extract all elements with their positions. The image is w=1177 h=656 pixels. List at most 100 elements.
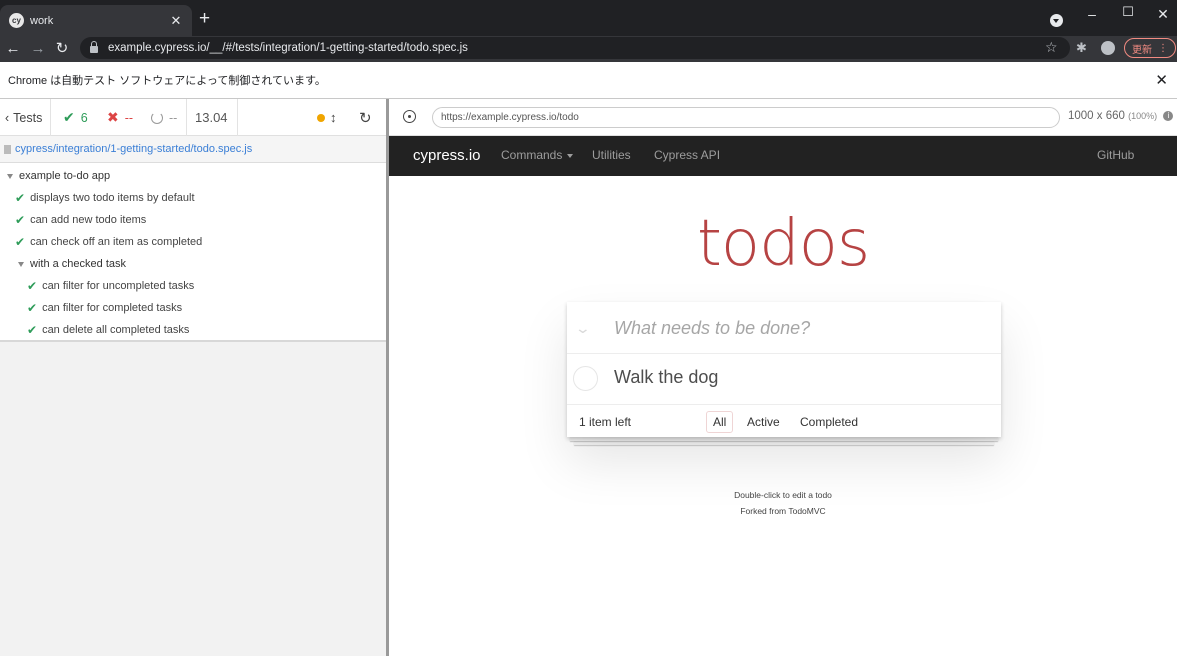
nav-github[interactable]: GitHub: [1097, 136, 1134, 176]
nav-commands[interactable]: Commands: [501, 136, 574, 176]
window-close-icon[interactable]: ✕: [1153, 6, 1173, 23]
test-title: can add new todo items: [30, 214, 147, 226]
tab-search-icon[interactable]: [1050, 14, 1063, 27]
test-title: can filter for uncompleted tasks: [42, 280, 195, 292]
check-icon: ✔: [27, 279, 38, 293]
pending-stat: --: [151, 99, 177, 136]
check-icon: ✔: [27, 301, 38, 315]
tests-label: Tests: [13, 110, 43, 125]
todo-count: 1 item left: [579, 415, 632, 429]
new-todo-row: ⌄ What needs to be done?: [567, 302, 1001, 354]
browser-tab-bar: cy work ✕ + – ☐ ✕: [0, 0, 1177, 36]
duration-value: 13.04: [195, 110, 228, 125]
aut-url-field[interactable]: https://example.cypress.io/todo: [432, 107, 1060, 128]
aut-header: https://example.cypress.io/todo 1000 x 6…: [389, 99, 1177, 136]
browser-toolbar: ← → ↻ example.cypress.io/__/#/tests/inte…: [0, 36, 1177, 62]
todo-app: ⌄ What needs to be done? Walk the dog 1 …: [567, 302, 1001, 437]
minimize-icon[interactable]: –: [1082, 6, 1102, 22]
address-bar[interactable]: example.cypress.io/__/#/tests/integratio…: [80, 37, 1070, 59]
maximize-icon[interactable]: ☐: [1118, 4, 1138, 20]
tab-close-icon[interactable]: ✕: [168, 13, 184, 29]
viewport-scale: (100%): [1128, 111, 1158, 121]
todo-item[interactable]: Walk the dog: [567, 354, 1001, 405]
stack-shadow: [574, 441, 994, 445]
automation-infobar: Chrome は自動テスト ソフトウェアによって制御されています。 ✕: [0, 62, 1177, 99]
nav-cypress-api[interactable]: Cypress API: [654, 136, 720, 176]
tests-back-button[interactable]: ‹ Tests: [5, 99, 42, 136]
test-row[interactable]: ✔ displays two todo items by default: [15, 187, 195, 209]
check-icon: ✔: [15, 235, 26, 249]
test-title: can delete all completed tasks: [42, 324, 190, 336]
todo-toggle-checkbox[interactable]: [573, 366, 598, 391]
test-title: can filter for completed tasks: [42, 302, 183, 314]
caret-down-icon: [567, 153, 574, 158]
file-icon: [4, 144, 11, 154]
rerun-button[interactable]: ↻: [359, 99, 372, 136]
forward-arrow-icon[interactable]: →: [28, 39, 48, 59]
test-title: can check off an item as completed: [30, 236, 203, 248]
header-divider: [186, 99, 187, 136]
filter-all[interactable]: All: [706, 411, 734, 433]
todo-label[interactable]: Walk the dog: [614, 367, 718, 388]
update-label: 更新: [1132, 44, 1152, 56]
info-icon: i: [1163, 110, 1174, 121]
nested-suite-row[interactable]: with a checked task: [18, 253, 126, 275]
header-divider: [237, 99, 238, 136]
profile-avatar-icon[interactable]: [1101, 41, 1115, 55]
bookmark-star-icon[interactable]: ☆: [1045, 39, 1058, 56]
test-row[interactable]: ✔ can check off an item as completed: [15, 231, 202, 253]
failed-stat: ✖ --: [107, 99, 133, 136]
check-icon: ✔: [27, 323, 38, 337]
extensions-puzzle-icon[interactable]: ✱: [1076, 40, 1087, 56]
suite-row[interactable]: example to-do app: [7, 165, 110, 187]
browser-tab[interactable]: cy work ✕: [0, 5, 192, 36]
forked-from: Forked from TodoMVC: [740, 506, 826, 516]
nested-suite-title: with a checked task: [30, 258, 126, 270]
passed-stat: ✔ 6: [63, 99, 88, 136]
aut-url-text: https://example.cypress.io/todo: [441, 112, 579, 123]
todos-heading: todos: [696, 207, 870, 281]
failed-count: --: [124, 110, 134, 125]
chevron-left-icon: ‹: [5, 110, 10, 125]
lock-icon: [90, 41, 98, 53]
scroll-arrows-icon: ↕: [330, 110, 337, 125]
edit-hint: Double-click to edit a todo: [734, 490, 832, 500]
viewport-size: 1000 x 660: [1068, 110, 1125, 122]
new-tab-button[interactable]: +: [199, 9, 210, 29]
nav-utilities[interactable]: Utilities: [592, 136, 631, 176]
duration: 13.04: [195, 99, 228, 136]
stack-shadow: [570, 437, 998, 441]
toggle-all-chevron-icon[interactable]: ⌄: [575, 320, 591, 337]
caret-down-icon: [18, 261, 24, 267]
infobar-close-icon[interactable]: ✕: [1155, 71, 1168, 89]
new-todo-input[interactable]: What needs to be done?: [614, 318, 810, 339]
test-row[interactable]: ✔ can filter for completed tasks: [27, 297, 182, 319]
x-icon: ✖: [107, 109, 119, 125]
back-arrow-icon[interactable]: ←: [3, 39, 23, 59]
reload-icon[interactable]: ↻: [52, 39, 72, 59]
update-button[interactable]: 更新 ⋮: [1124, 38, 1176, 58]
reporter-panel: ‹ Tests ✔ 6 ✖ -- -- 13.04 ↕ ↻ cypress/in…: [0, 99, 386, 656]
brand-link[interactable]: cypress.io: [413, 136, 481, 176]
passed-count: 6: [80, 110, 88, 125]
test-row[interactable]: ✔ can filter for uncompleted tasks: [27, 275, 194, 297]
check-icon: ✔: [15, 191, 26, 205]
suite-title: example to-do app: [19, 170, 111, 182]
todo-footer: 1 item left All Active Completed: [567, 405, 1001, 437]
kebab-menu-icon: ⋮: [1158, 42, 1168, 54]
info-footer: Double-click to edit a todo Forked from …: [389, 487, 1177, 519]
filter-completed[interactable]: Completed: [793, 411, 865, 433]
check-icon: ✔: [63, 109, 75, 125]
pending-circle-icon: [151, 111, 163, 124]
filter-active[interactable]: Active: [740, 411, 787, 433]
test-title: displays two todo items by default: [30, 192, 195, 204]
status-dot-icon: [317, 113, 325, 122]
viewport-info[interactable]: 1000 x 660 (100%) i: [1068, 110, 1174, 122]
spec-path-link[interactable]: cypress/integration/1-getting-started/to…: [15, 143, 252, 155]
aut-panel: https://example.cypress.io/todo 1000 x 6…: [389, 99, 1177, 656]
auto-scroll-toggle[interactable]: ↕: [317, 99, 337, 136]
test-row[interactable]: ✔ can delete all completed tasks: [27, 319, 189, 341]
address-url: example.cypress.io/__/#/tests/integratio…: [108, 42, 468, 54]
selector-playground-icon[interactable]: [403, 110, 416, 123]
test-row[interactable]: ✔ can add new todo items: [15, 209, 146, 231]
